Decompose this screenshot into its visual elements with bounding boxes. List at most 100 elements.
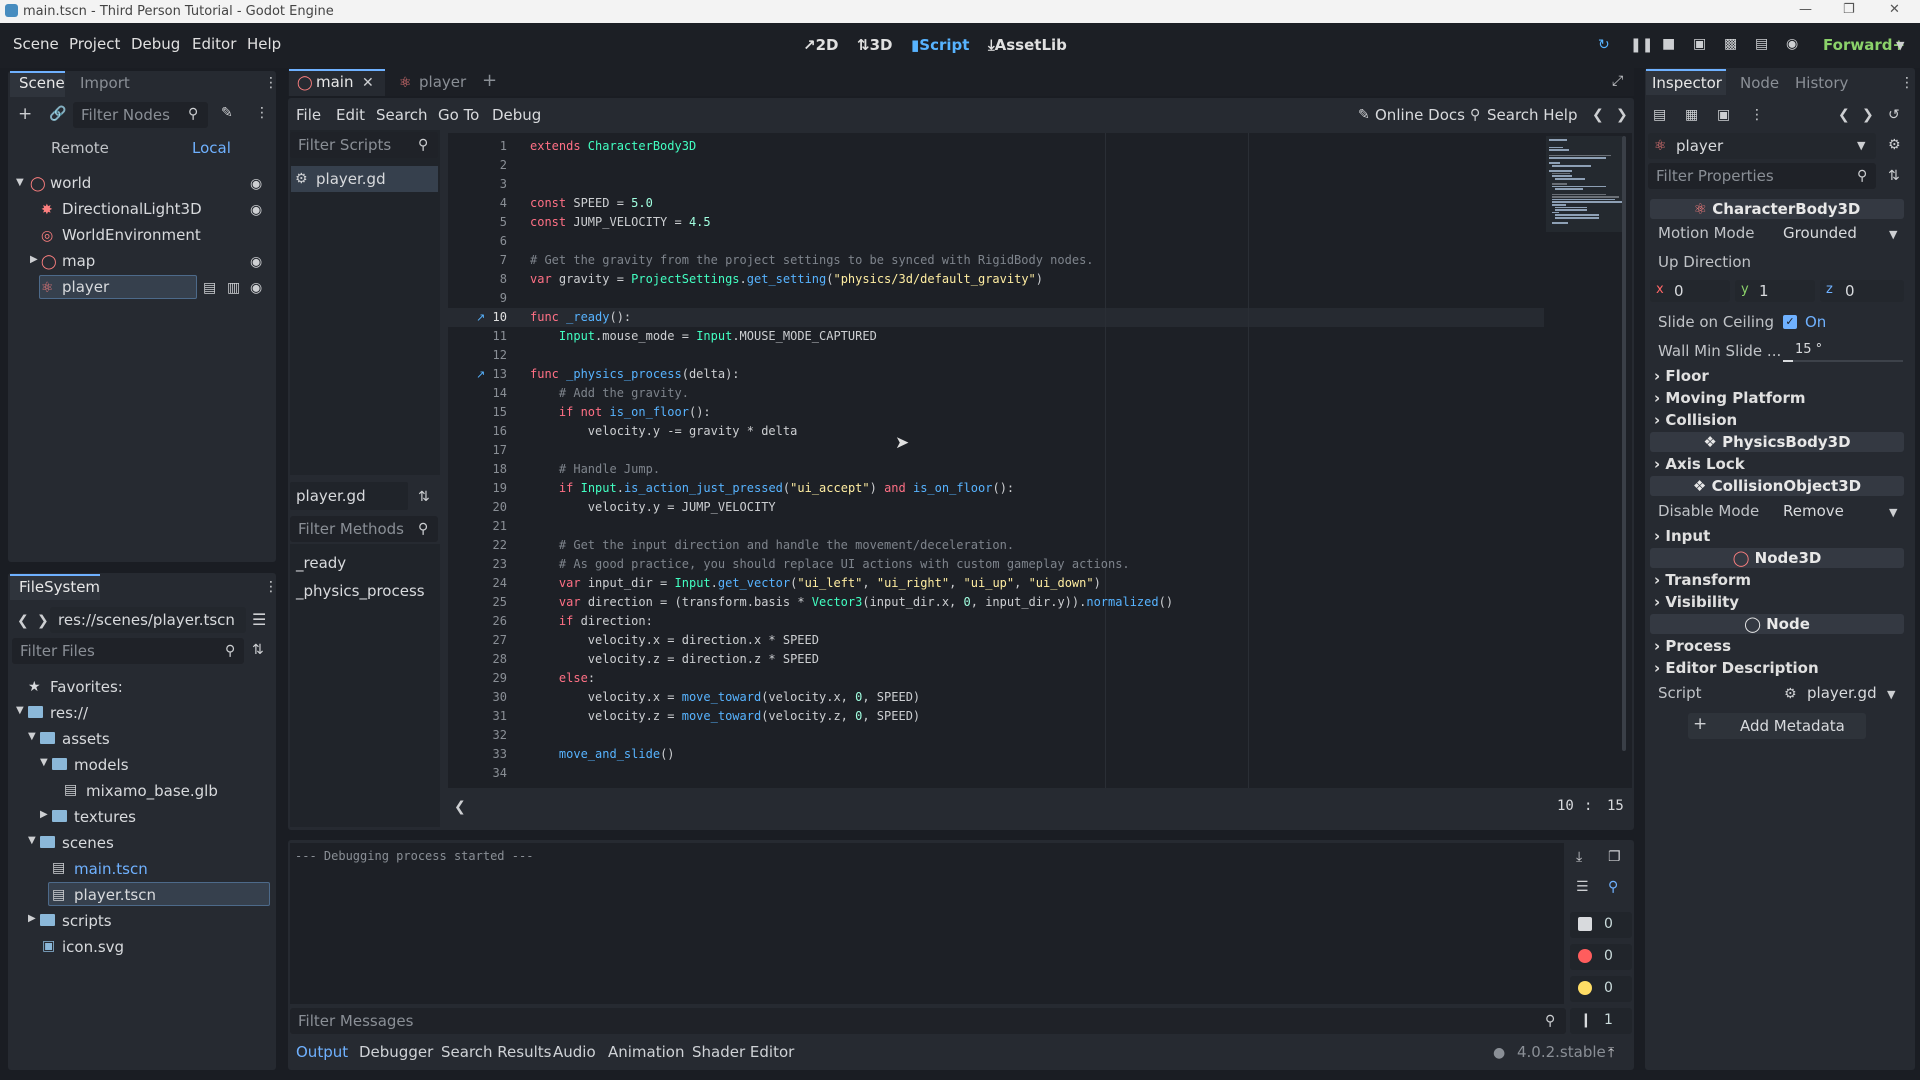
collapse-duplicates-icon[interactable]: ☰ xyxy=(1576,880,1589,894)
bottom-tab-shader-editor[interactable]: Shader Editor xyxy=(692,1043,794,1061)
object-properties-icon[interactable]: ⚙ xyxy=(1888,138,1901,152)
dock-menu-icon[interactable]: ⋮ xyxy=(264,76,278,90)
section-input[interactable]: › Input xyxy=(1654,527,1904,545)
tree-node-world[interactable]: world xyxy=(50,174,91,192)
workspace-script-button[interactable]: ▮Script xyxy=(911,36,969,54)
section-axis-lock[interactable]: › Axis Lock xyxy=(1654,455,1904,473)
menu-editor[interactable]: Editor xyxy=(192,35,236,53)
instance-scene-icon[interactable]: 🔗 xyxy=(49,107,66,121)
sort-methods-icon[interactable]: ⇅ xyxy=(418,490,430,504)
close-window-icon[interactable]: ✕ xyxy=(1889,2,1900,17)
error-count-badge[interactable]: 0 xyxy=(1570,944,1632,970)
tree-node-player[interactable]: player xyxy=(62,278,109,296)
tab-inspector[interactable]: Inspector xyxy=(1652,74,1722,92)
chevron-down-icon[interactable]: ▼ xyxy=(1857,140,1865,151)
attach-script-icon[interactable]: ✎ xyxy=(221,106,233,120)
open-folder-icon[interactable]: ▦ xyxy=(1685,108,1698,122)
bottom-tab-output[interactable]: Output xyxy=(296,1043,348,1061)
chevron-down-icon[interactable]: ▼ xyxy=(1889,507,1897,518)
vertical-scrollbar[interactable] xyxy=(1622,136,1626,751)
script-list-item[interactable]: player.gd xyxy=(316,170,386,188)
close-tab-icon[interactable]: ✕ xyxy=(362,76,374,90)
tree-node-map[interactable]: map xyxy=(62,252,95,270)
stop-icon[interactable]: ■ xyxy=(1662,37,1675,51)
visibility-icon[interactable]: ◉ xyxy=(250,203,262,217)
menu-scene[interactable]: Scene xyxy=(13,35,59,53)
script-menu-file[interactable]: File xyxy=(296,106,321,124)
slide-on-ceiling-checkbox[interactable]: ✓ xyxy=(1783,315,1797,329)
bottom-tab-debugger[interactable]: Debugger xyxy=(359,1043,433,1061)
new-resource-icon[interactable]: ▤ xyxy=(1653,108,1666,122)
file-item-mixamo[interactable]: mixamo_base.glb xyxy=(86,782,218,800)
local-tab[interactable]: Local xyxy=(192,139,231,157)
section-transform[interactable]: › Transform xyxy=(1654,571,1904,589)
next-script-icon[interactable]: ❯ xyxy=(1616,108,1628,122)
back-icon[interactable]: ❮ xyxy=(17,614,29,628)
motion-mode-dropdown[interactable]: Grounded xyxy=(1783,224,1857,242)
expand-arrow-icon[interactable]: ▶ xyxy=(40,810,48,820)
collapse-arrow-icon[interactable]: ▼ xyxy=(40,758,48,768)
script-menu-goto[interactable]: Go To xyxy=(438,106,479,124)
script-attached-icon[interactable]: ▥ xyxy=(227,281,240,295)
section-floor[interactable]: › Floor xyxy=(1654,367,1904,385)
file-item-models[interactable]: models xyxy=(74,756,129,774)
filter-files-input[interactable]: Filter Files xyxy=(12,638,244,664)
file-item-res[interactable]: res:// xyxy=(50,704,88,722)
expand-arrow-icon[interactable]: ▶ xyxy=(30,255,38,265)
add-node-icon[interactable]: + xyxy=(18,106,32,123)
object-history-icon[interactable]: ↺ xyxy=(1888,108,1900,122)
file-item-textures[interactable]: textures xyxy=(74,808,136,826)
expand-arrow-icon[interactable]: ▼ xyxy=(16,178,24,188)
filter-messages-input[interactable]: Filter Messages xyxy=(290,1008,1566,1034)
renderer-chevron-icon[interactable]: ▼ xyxy=(1896,40,1904,51)
search-output-icon[interactable]: ⚲ xyxy=(1608,880,1618,894)
workspace-3d-button[interactable]: ⇅3D xyxy=(857,36,892,54)
file-item-player-tscn[interactable]: player.tscn xyxy=(74,886,156,904)
menu-help[interactable]: Help xyxy=(247,35,281,53)
script-menu-debug[interactable]: Debug xyxy=(492,106,541,124)
script-property-value[interactable]: player.gd xyxy=(1807,684,1877,702)
search-help-button[interactable]: Search Help xyxy=(1487,106,1578,124)
dock-menu-icon[interactable]: ⋮ xyxy=(264,580,278,594)
save-icon[interactable]: ▣ xyxy=(1717,108,1730,122)
collapse-arrow-icon[interactable]: ▼ xyxy=(28,836,36,846)
scene-options-icon[interactable]: ⋮ xyxy=(255,106,269,120)
section-process[interactable]: › Process xyxy=(1654,637,1904,655)
script-menu-edit[interactable]: Edit xyxy=(336,106,365,124)
filter-properties-input[interactable]: Filter Properties xyxy=(1648,163,1876,189)
tab-history[interactable]: History xyxy=(1795,74,1848,92)
play-custom-icon[interactable]: ▤ xyxy=(1755,37,1768,51)
tab-node[interactable]: Node xyxy=(1740,74,1779,92)
collapse-panel-icon[interactable]: ❮ xyxy=(454,800,466,814)
bottom-tab-audio[interactable]: Audio xyxy=(553,1043,596,1061)
file-item-scripts[interactable]: scripts xyxy=(62,912,112,930)
expand-arrow-icon[interactable]: ▶ xyxy=(28,914,36,924)
chevron-down-icon[interactable]: ▼ xyxy=(1887,689,1895,700)
workspace-assetlib-button[interactable]: ⤓AssetLib xyxy=(988,36,1067,54)
sort-icon[interactable]: ⇅ xyxy=(252,643,264,657)
tab-main[interactable]: main xyxy=(316,73,353,91)
wall-min-slide-value[interactable]: 15 ° xyxy=(1795,342,1822,357)
filter-scripts-input[interactable]: Filter Scripts xyxy=(290,132,438,158)
method-physics-process[interactable]: _physics_process xyxy=(296,582,425,600)
visibility-icon[interactable]: ◉ xyxy=(250,177,262,191)
tab-filesystem[interactable]: FileSystem xyxy=(19,578,100,596)
workspace-2d-button[interactable]: ↗2D xyxy=(803,36,838,54)
visibility-icon[interactable]: ◉ xyxy=(250,255,262,269)
play-scene-icon[interactable]: ▩ xyxy=(1724,37,1737,51)
prev-script-icon[interactable]: ❮ xyxy=(1592,108,1604,122)
filter-methods-input[interactable]: Filter Methods xyxy=(290,516,438,542)
toggle-view-icon[interactable]: ☰ xyxy=(252,612,266,628)
collapse-arrow-icon[interactable]: ▼ xyxy=(28,732,36,742)
remote-debug-icon[interactable]: ▣ xyxy=(1693,37,1706,51)
section-moving-platform[interactable]: › Moving Platform xyxy=(1654,389,1904,407)
section-editor-description[interactable]: › Editor Description xyxy=(1654,659,1904,677)
minimize-icon[interactable]: — xyxy=(1799,2,1812,17)
section-visibility[interactable]: › Visibility xyxy=(1654,593,1904,611)
distraction-free-icon[interactable]: ⤢ xyxy=(1612,74,1623,88)
tab-scene[interactable]: Scene xyxy=(19,74,65,92)
dock-menu-icon[interactable]: ⋮ xyxy=(1900,76,1914,90)
file-item-main-tscn[interactable]: main.tscn xyxy=(74,860,148,878)
tab-import[interactable]: Import xyxy=(80,74,130,92)
clear-output-icon[interactable]: ⤓ xyxy=(1576,850,1582,864)
